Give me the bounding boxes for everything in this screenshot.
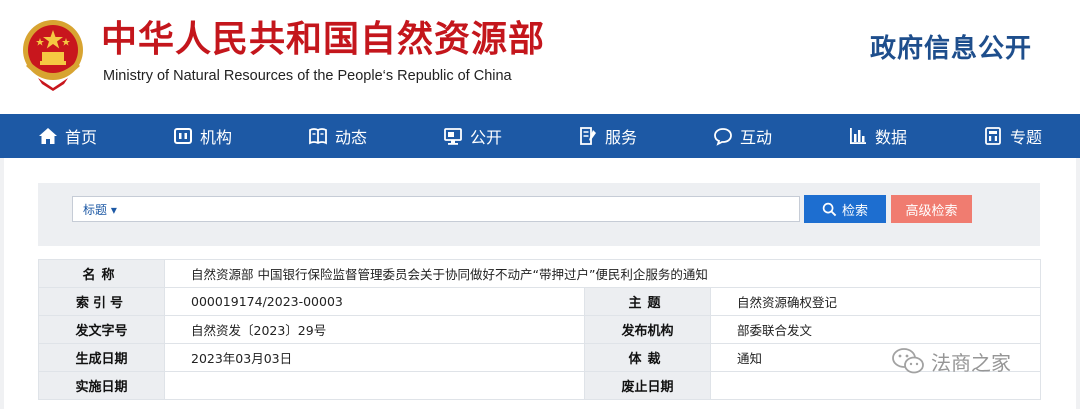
publisher-label: 发布机构 — [584, 315, 711, 344]
index-label: 索引号 — [38, 287, 165, 316]
nav-item-data[interactable]: 数据 — [810, 114, 945, 158]
nav-label: 数据 — [874, 128, 907, 147]
nav-label: 互动 — [739, 128, 772, 147]
publisher-value: 部委联合发文 — [710, 315, 1041, 344]
docno-label: 发文字号 — [38, 315, 165, 344]
nav-label: 公开 — [469, 128, 502, 147]
chat-icon — [714, 128, 732, 146]
wechat-icon — [892, 348, 924, 374]
site-title-en[interactable]: Ministry of Natural Resources of the Peo… — [103, 68, 512, 84]
site-header: 中华人民共和国自然资源部 Ministry of Natural Resourc… — [0, 0, 1080, 114]
nav-label: 服务 — [604, 128, 637, 147]
bar-chart-icon — [849, 128, 866, 144]
main-nav: 首页 机构 动态 公开 服务 互动 数据 专题 — [0, 114, 1080, 158]
name-label: 名称 — [38, 259, 165, 288]
site-title-cn[interactable]: 中华人民共和国自然资源部 — [101, 18, 545, 62]
nav-label: 动态 — [334, 128, 367, 147]
watermark-text: 法商之家 — [931, 350, 1011, 375]
nav-item-org[interactable]: 机构 — [135, 114, 270, 158]
docno-value: 自然资发〔2023〕29号 — [164, 315, 585, 344]
table-row: 索引号 000019174/2023-00003 主题 自然资源确权登记 — [38, 287, 1041, 316]
effective-value — [164, 371, 585, 400]
national-emblem-icon[interactable] — [16, 14, 90, 92]
nav-item-topic[interactable]: 专题 — [945, 114, 1080, 158]
document-edit-icon — [580, 127, 596, 145]
nav-item-open[interactable]: 公开 — [405, 114, 540, 158]
subject-value: 自然资源确权登记 — [710, 287, 1041, 316]
nav-label: 专题 — [1009, 128, 1042, 147]
expiry-label: 废止日期 — [584, 371, 711, 400]
table-row: 发文字号 自然资发〔2023〕29号 发布机构 部委联合发文 — [38, 315, 1041, 344]
advanced-search-label: 高级检索 — [905, 203, 958, 219]
org-icon — [173, 128, 192, 144]
subject-label: 主题 — [584, 287, 711, 316]
effective-label: 实施日期 — [38, 371, 165, 400]
search-button[interactable]: 检索 — [804, 195, 886, 223]
nav-label: 首页 — [64, 128, 97, 147]
search-button-label: 检索 — [841, 203, 868, 219]
table-row: 名称 自然资源部 中国银行保险监督管理委员会关于协同做好不动产“带押过户”便民利… — [38, 259, 1041, 288]
document-info-table: 名称 自然资源部 中国银行保险监督管理委员会关于协同做好不动产“带押过户”便民利… — [38, 259, 1041, 400]
genre-label: 体裁 — [584, 343, 711, 372]
search-type-label: 标题 — [83, 203, 108, 217]
search-type-dropdown[interactable]: 标题 ▾ — [83, 201, 117, 218]
watermark: 法商之家 — [891, 346, 1011, 376]
monitor-icon — [444, 128, 462, 145]
home-icon — [38, 128, 57, 144]
created-label: 生成日期 — [38, 343, 165, 372]
nav-item-news[interactable]: 动态 — [270, 114, 405, 158]
index-value: 000019174/2023-00003 — [164, 287, 585, 316]
created-value: 2023年03月03日 — [164, 343, 585, 372]
nav-item-home[interactable]: 首页 — [0, 114, 135, 158]
gov-info-open-title[interactable]: 政府信息公开 — [870, 28, 1032, 65]
nav-item-interact[interactable]: 互动 — [675, 114, 810, 158]
advanced-search-button[interactable]: 高级检索 — [891, 195, 972, 223]
nav-label: 机构 — [199, 128, 232, 147]
search-icon — [822, 202, 837, 216]
search-panel: 标题 ▾ 检索 高级检索 — [38, 183, 1040, 246]
topic-icon — [985, 127, 1001, 145]
dropdown-arrow-icon: ▾ — [110, 203, 117, 217]
book-icon — [309, 128, 327, 145]
search-input[interactable]: 标题 ▾ — [72, 196, 800, 222]
nav-item-service[interactable]: 服务 — [540, 114, 675, 158]
name-value: 自然资源部 中国银行保险监督管理委员会关于协同做好不动产“带押过户”便民利企服务… — [164, 259, 1041, 288]
